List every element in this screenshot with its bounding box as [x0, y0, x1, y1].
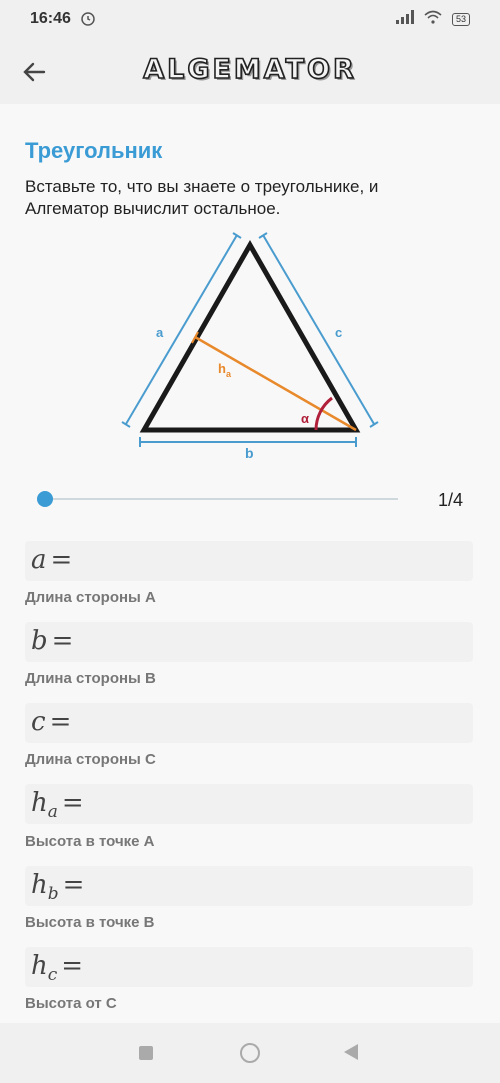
field-expression: b =: [31, 626, 74, 656]
wifi-icon: [424, 10, 442, 29]
slider-track[interactable]: [45, 498, 398, 500]
status-time: 16:46: [30, 10, 71, 27]
input-c[interactable]: c =: [25, 703, 473, 743]
side-c-bracket: [258, 232, 379, 428]
input-hc[interactable]: hc =: [25, 947, 473, 987]
caption-hb: Высота в точке B: [25, 914, 155, 931]
home-icon[interactable]: [240, 1043, 260, 1063]
alarm-icon: [80, 10, 96, 31]
caption-a: Длина стороны A: [25, 589, 156, 606]
step-slider[interactable]: 1/4: [25, 485, 475, 515]
field-expression: hc =: [31, 951, 84, 986]
caption-hc: Высота от C: [25, 995, 117, 1012]
status-bar: 16:46 53: [0, 0, 500, 40]
slider-step-label: 1/4: [437, 490, 463, 510]
field-expression: c =: [31, 707, 72, 737]
battery-icon: 53: [451, 13, 470, 26]
input-b[interactable]: b =: [25, 622, 473, 662]
signal-icon: [395, 10, 414, 29]
label-angle: α: [301, 411, 309, 426]
recent-apps-icon[interactable]: [139, 1046, 153, 1060]
input-hb[interactable]: hb =: [25, 866, 473, 906]
label-side-b: b: [245, 445, 254, 461]
page-description: Вставьте то, что вы знаете о треугольник…: [25, 177, 379, 218]
system-nav-bar: [0, 1023, 500, 1083]
app-bar: ALGEMATOR: [0, 40, 500, 104]
label-side-c: c: [335, 325, 342, 340]
caption-c: Длина стороны C: [25, 751, 156, 768]
label-side-a: a: [156, 325, 164, 340]
field-expression: hb =: [31, 870, 85, 905]
side-a-bracket: [121, 232, 242, 428]
slider-thumb[interactable]: [37, 491, 53, 507]
page-title: Треугольник: [25, 138, 163, 163]
nav-back-icon[interactable]: [344, 1044, 358, 1060]
field-expression: a =: [31, 545, 73, 575]
input-ha[interactable]: ha =: [25, 784, 473, 824]
triangle-diagram: a c b ha α: [120, 225, 380, 465]
caption-b: Длина стороны B: [25, 670, 156, 687]
caption-ha: Высота в точке A: [25, 833, 155, 850]
input-a[interactable]: a =: [25, 541, 473, 581]
label-height: ha: [218, 361, 232, 379]
field-expression: ha =: [31, 788, 84, 823]
app-logo: ALGEMATOR: [142, 53, 357, 86]
